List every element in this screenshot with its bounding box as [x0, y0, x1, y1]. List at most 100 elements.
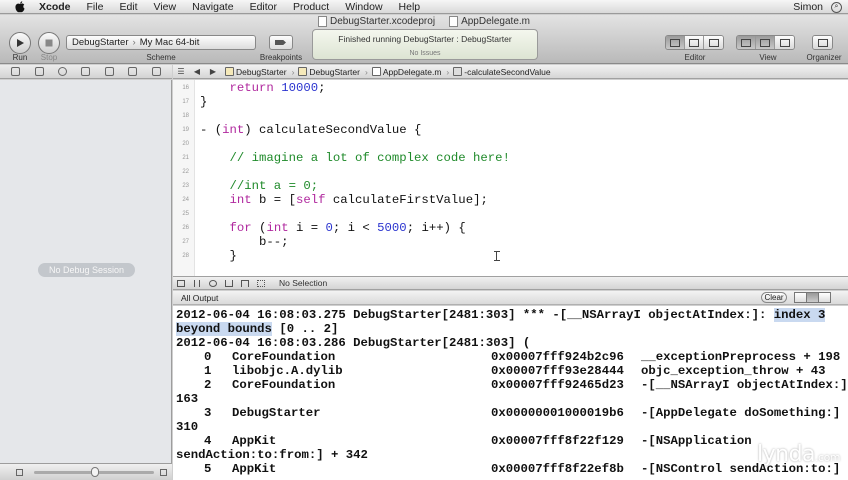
code-line[interactable]: 20 [173, 137, 848, 151]
line-number: 16 [182, 85, 189, 91]
step-out-icon[interactable] [237, 279, 253, 287]
crumb-group[interactable]: DebugStarter › [298, 66, 368, 77]
code-line[interactable]: 27 b--; [173, 235, 848, 249]
forward-icon[interactable]: ▶ [205, 67, 221, 76]
menu-editor[interactable]: Editor [242, 0, 285, 14]
view-label: View [759, 53, 777, 62]
code-text: b--; [200, 235, 289, 249]
debug-area-toggle-icon[interactable] [756, 36, 775, 49]
run-button[interactable] [9, 32, 31, 54]
scheme-selector[interactable]: DebugStarter › My Mac 64-bit [66, 35, 256, 50]
menu-view[interactable]: View [146, 0, 185, 14]
breakpoint-navigator-icon[interactable] [128, 67, 138, 76]
menu-file[interactable]: File [79, 0, 112, 14]
frame-symbol: -[NSApplication [641, 434, 752, 448]
frame-library: CoreFoundation [232, 378, 336, 392]
play-icon [17, 39, 24, 47]
frame-symbol: -[__NSArrayI objectAtIndex:] + [641, 378, 848, 392]
code-line[interactable]: 18 [173, 109, 848, 123]
menu-window[interactable]: Window [337, 0, 390, 14]
stop-button[interactable] [38, 32, 60, 54]
code-line[interactable]: 24 int b = [self calculateFirstValue]; [173, 193, 848, 207]
clear-console-button[interactable]: Clear [761, 292, 787, 303]
debug-navigator-icon[interactable] [104, 67, 114, 76]
frame-number: 0 [204, 350, 212, 364]
thread-compression-min-icon [16, 469, 23, 476]
output-filter-popup[interactable]: All Output [181, 293, 218, 303]
frame-address: 0x00007fff92465d23 [491, 378, 624, 392]
log-navigator-icon[interactable] [151, 67, 161, 76]
search-navigator-icon[interactable] [58, 67, 68, 76]
code-line[interactable]: 22 [173, 165, 848, 179]
code-line[interactable]: 17} [173, 95, 848, 109]
project-file-name: DebugStarter.xcodeproj [329, 16, 436, 27]
process-selector-icon[interactable] [253, 279, 269, 287]
frame-number: 3 [204, 406, 212, 420]
project-navigator-icon[interactable] [11, 67, 21, 76]
menu-product[interactable]: Product [285, 0, 337, 14]
crumb-method[interactable]: -calculateSecondValue [453, 66, 551, 77]
code-line[interactable]: 26 for (int i = 0; i < 5000; i++) { [173, 221, 848, 235]
navigator-toggle-icon[interactable] [737, 36, 756, 49]
line-number: 23 [182, 183, 189, 189]
view-control[interactable] [736, 35, 795, 50]
related-items-icon[interactable]: ☰ [173, 67, 189, 76]
assistant-editor-icon[interactable] [685, 36, 704, 49]
console-view-icon[interactable] [818, 292, 831, 303]
back-icon[interactable]: ◀ [189, 67, 205, 76]
crumb-project[interactable]: DebugStarter › [225, 67, 294, 77]
activity-status: Finished running DebugStarter : DebugSta… [338, 34, 512, 44]
spotlight-icon[interactable]: ⌕ [831, 1, 842, 13]
slider-knob[interactable] [91, 467, 99, 477]
step-over-icon[interactable] [205, 279, 221, 287]
console-log-line: 2012-06-04 16:08:03.286 DebugStarter[248… [176, 336, 531, 350]
crumb-group-label: DebugStarter [309, 66, 360, 77]
user-name[interactable]: Simon [793, 1, 823, 13]
stack-frame-continuation: 163 [176, 392, 199, 406]
console-header: All Output Clear [173, 291, 848, 305]
frame-symbol: -[AppDelegate doSomething:] + [641, 406, 848, 420]
frame-number: 2 [204, 378, 212, 392]
stack-frame-row: 5 AppKit 0x00007fff8f22ef8b -[NSControl sen… [173, 462, 848, 476]
line-number: 17 [182, 99, 189, 105]
menu-xcode[interactable]: Xcode [35, 0, 79, 14]
menu-help[interactable]: Help [391, 0, 429, 14]
utilities-toggle-icon[interactable] [775, 36, 794, 49]
issue-navigator-icon[interactable] [81, 67, 91, 76]
organizer-label: Organizer [806, 53, 842, 62]
organizer-button[interactable] [812, 35, 833, 50]
frame-address: 0x00007fff924b2c96 [491, 350, 624, 364]
scheme-target: DebugStarter [72, 37, 129, 48]
menu-edit[interactable]: Edit [111, 0, 145, 14]
console-output[interactable]: 2012-06-04 16:08:03.275 DebugStarter[248… [173, 306, 848, 480]
code-line[interactable]: 25 [173, 207, 848, 221]
step-in-icon[interactable] [221, 279, 237, 287]
project-file-icon [317, 16, 327, 27]
apple-menu-icon[interactable] [13, 0, 27, 14]
stack-frame-continuation: 310 [176, 420, 199, 434]
code-line[interactable]: 23 //int a = 0; [173, 179, 848, 193]
source-editor[interactable]: 16 return 10000; 17} 18 19- (int) calculate… [173, 80, 848, 276]
stack-frame-continuation: sendAction:to:from:] + 342 [176, 448, 368, 462]
code-line[interactable]: 21 // imagine a lot of complex code here… [173, 151, 848, 165]
organizer-icon[interactable] [813, 36, 832, 49]
code-line[interactable]: 16 return 10000; [173, 81, 848, 95]
stop-icon [45, 39, 53, 47]
frame-address: 0x00007fff93e28444 [491, 364, 624, 378]
line-number: 19 [182, 127, 189, 133]
crumb-file[interactable]: AppDelegate.m › [371, 67, 449, 77]
breakpoints-button[interactable] [269, 35, 293, 50]
hide-debug-area-icon[interactable] [173, 279, 189, 287]
editor-mode-control[interactable] [665, 35, 724, 50]
version-editor-icon[interactable] [704, 36, 723, 49]
menu-navigate[interactable]: Navigate [184, 0, 241, 14]
code-line[interactable]: 19 - (int) calculateSecondValue { [173, 123, 848, 137]
standard-editor-icon[interactable] [666, 36, 685, 49]
console-layout-control[interactable] [794, 292, 831, 303]
pause-icon[interactable] [189, 279, 205, 287]
crumb-method-label: -calculateSecondValue [464, 66, 551, 77]
breakpoints-label: Breakpoints [259, 53, 303, 62]
symbol-navigator-icon[interactable] [34, 67, 44, 76]
code-line[interactable]: 28 } [173, 249, 848, 263]
selection-label: No Selection [279, 278, 328, 288]
